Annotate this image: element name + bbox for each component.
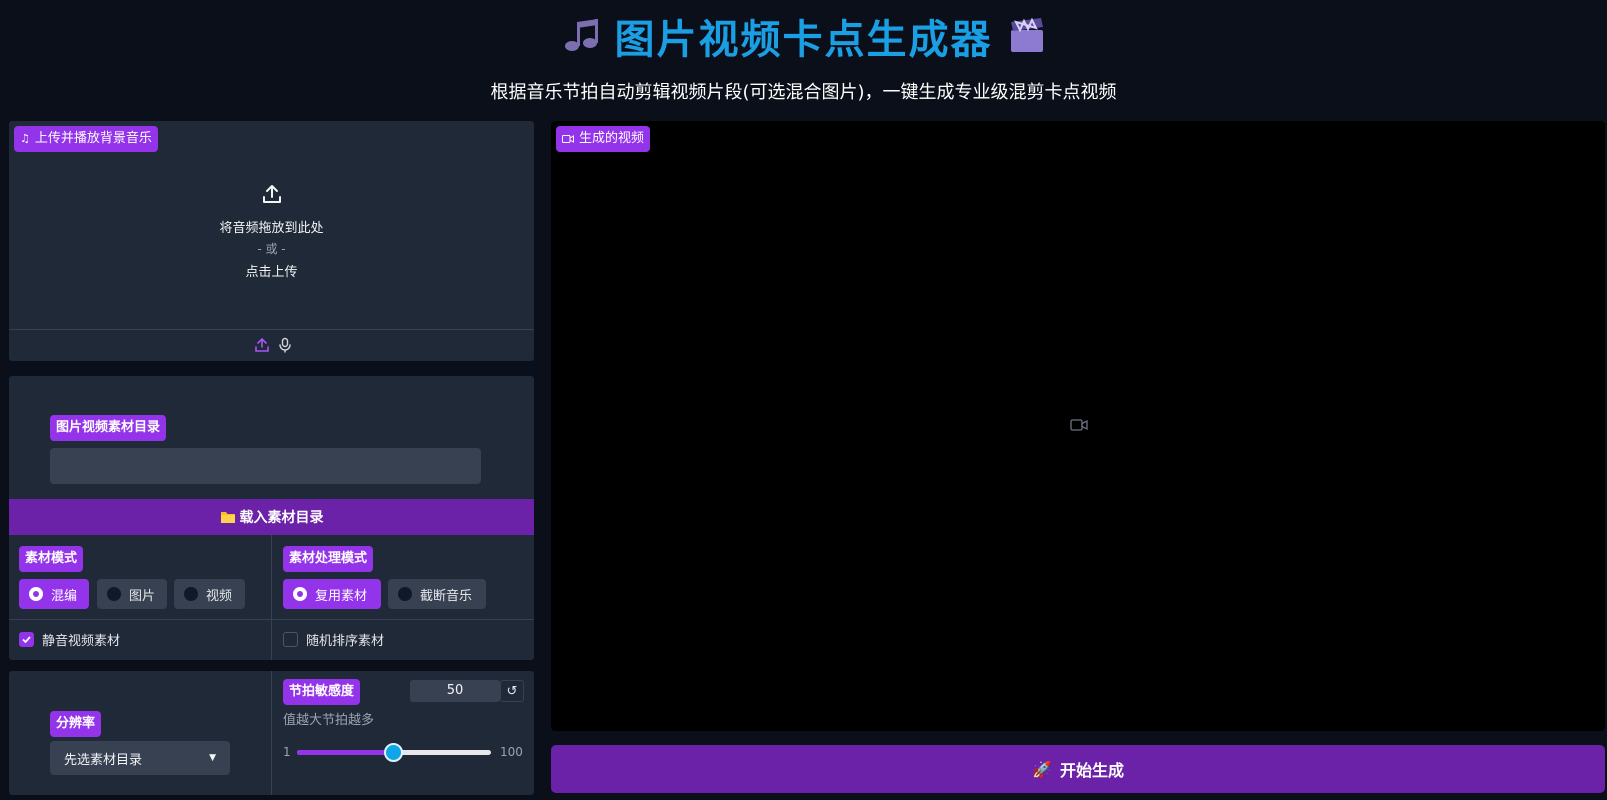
checkbox-box[interactable] [283,632,298,647]
mode-option-label: 视频 [206,588,233,604]
slider-min-label: 1 [283,745,291,759]
audio-label-text: 上传并播放背景音乐 [34,131,152,146]
load-source-label: 载入素材目录 [239,510,324,526]
mode-divider-vertical [271,535,272,660]
mode-option-label: 图片 [129,588,156,604]
mode-option-video[interactable]: 视频 [174,579,245,609]
page-subtitle: 根据音乐节拍自动剪辑视频片段(可选混合图片)，一键生成专业级混剪卡点视频 [490,82,1117,103]
page-title: 图片视频卡点生成器 [614,17,993,63]
folder-icon [220,512,235,523]
process-option-reuse[interactable]: 复用素材 [283,579,381,609]
mode-label: 素材模式 [19,546,84,572]
rocket-icon: 🚀 [1032,759,1052,779]
radio-dot [184,587,198,601]
resolution-label: 分辨率 [50,711,102,737]
beat-slider[interactable] [297,743,491,762]
process-option-label: 截断音乐 [420,588,473,604]
process-option-label: 复用素材 [315,588,368,604]
upload-divider [9,329,534,330]
dropdown-arrow-icon: ▼ [209,753,216,763]
radio-dot [398,587,412,601]
drop-text: 将音频拖放到此处 [219,221,324,236]
beat-number-input[interactable]: 50 [410,680,500,702]
music-note-icon: ♫ [20,132,30,145]
output-label: 生成的视频 [556,126,651,152]
mute-label: 静音视频素材 [42,634,121,649]
shuffle-label: 随机排序素材 [306,634,385,649]
reset-icon[interactable]: ↺ [500,680,524,702]
beat-info: 值越大节拍越多 [283,713,375,728]
resolution-select[interactable]: 先选素材目录 ▼ [50,741,230,775]
video-camera-icon [562,135,574,143]
click-upload-text: 点击上传 [245,265,298,280]
source-dir-input[interactable] [50,448,481,484]
title-row: 图片视频卡点生成器 [0,12,1607,63]
process-mode-label: 素材处理模式 [283,546,374,572]
process-option-cut-music[interactable]: 截断音乐 [388,579,486,609]
slider-max-label: 100 [500,745,523,759]
resolution-value: 先选素材目录 [64,752,143,768]
beat-label: 节拍敏感度 [283,679,361,705]
music-notes-emoji-icon [564,19,598,51]
upload-icon [262,185,281,203]
upload-dropzone[interactable]: 将音频拖放到此处 - 或 - 点击上传 [9,183,534,280]
slider-fill [297,750,394,755]
mode-option-image[interactable]: 图片 [97,579,167,609]
checkbox-box[interactable] [19,632,34,647]
video-placeholder-icon [1070,419,1088,431]
radio-dot [107,587,121,601]
upload-source-icon[interactable] [254,337,270,353]
source-dir-label: 图片视频素材目录 [50,415,167,441]
generate-button[interactable]: 🚀 开始生成 [551,745,1605,793]
clapper-board-emoji-icon [1010,17,1043,52]
mute-checkbox[interactable]: 静音视频素材 [19,630,120,649]
mode-divider-horizontal [9,619,534,620]
video-output[interactable]: 生成的视频 [551,121,1605,731]
check-icon [22,636,31,644]
slider-thumb[interactable] [384,743,404,762]
mode-option-label: 混编 [51,588,78,604]
load-source-button[interactable]: 载入素材目录 [9,499,534,535]
output-label-text: 生成的视频 [579,131,645,146]
microphone-icon[interactable] [277,337,293,353]
radio-dot [293,587,307,601]
or-text: - 或 - [257,242,286,256]
shuffle-checkbox[interactable]: 随机排序素材 [283,630,384,649]
audio-label: ♫ 上传并播放背景音乐 [14,126,158,152]
audio-upload-panel[interactable]: ♫ 上传并播放背景音乐 将音频拖放到此处 - 或 - 点击上传 [9,121,534,361]
mode-option-mix[interactable]: 混编 [19,579,89,609]
settings-divider [271,671,272,795]
generate-label: 开始生成 [1059,761,1124,780]
radio-dot [29,587,43,601]
